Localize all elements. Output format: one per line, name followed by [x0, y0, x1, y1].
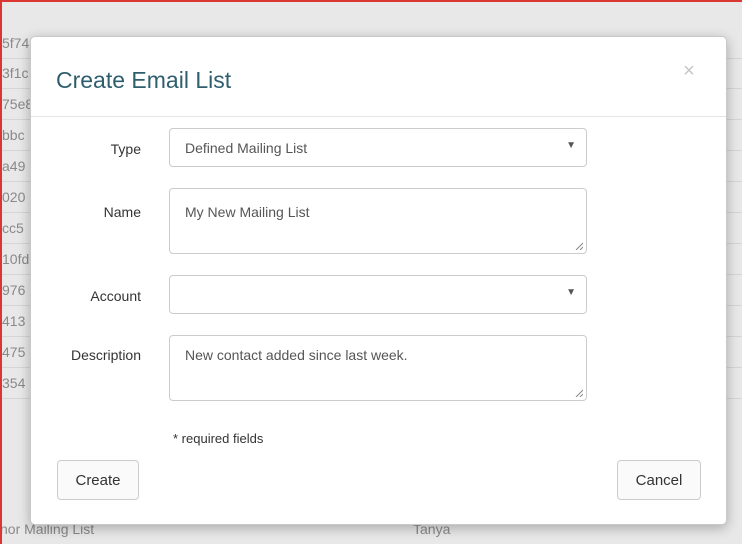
create-button[interactable]: Create	[57, 460, 139, 500]
name-label: Name	[103, 204, 141, 220]
description-label: Description	[70, 347, 141, 363]
resize-handle-icon[interactable]	[575, 242, 583, 250]
modal-header: Create Email List ×	[31, 37, 726, 117]
description-textarea[interactable]: New contact added since last week.	[169, 335, 587, 401]
close-icon[interactable]: ×	[679, 61, 699, 81]
chevron-down-icon: ▼	[566, 287, 576, 298]
modal-title: Create Email List	[56, 67, 232, 93]
type-select-value: Defined Mailing List	[185, 140, 308, 156]
name-textarea-value: My New Mailing List	[185, 204, 310, 220]
account-label: Account	[90, 288, 141, 304]
required-fields-note: * required fields	[173, 431, 264, 446]
type-select[interactable]: Defined Mailing List ▼	[169, 128, 587, 167]
type-label: Type	[110, 141, 141, 157]
resize-handle-icon[interactable]	[575, 389, 583, 397]
create-email-list-dialog: Create Email List × Type Defined Mailing…	[30, 36, 727, 525]
chevron-down-icon: ▼	[566, 140, 576, 151]
account-select[interactable]: ▼	[169, 275, 587, 314]
name-textarea[interactable]: My New Mailing List	[169, 188, 587, 254]
description-textarea-value: New contact added since last week.	[185, 347, 408, 363]
cancel-button[interactable]: Cancel	[617, 460, 701, 500]
